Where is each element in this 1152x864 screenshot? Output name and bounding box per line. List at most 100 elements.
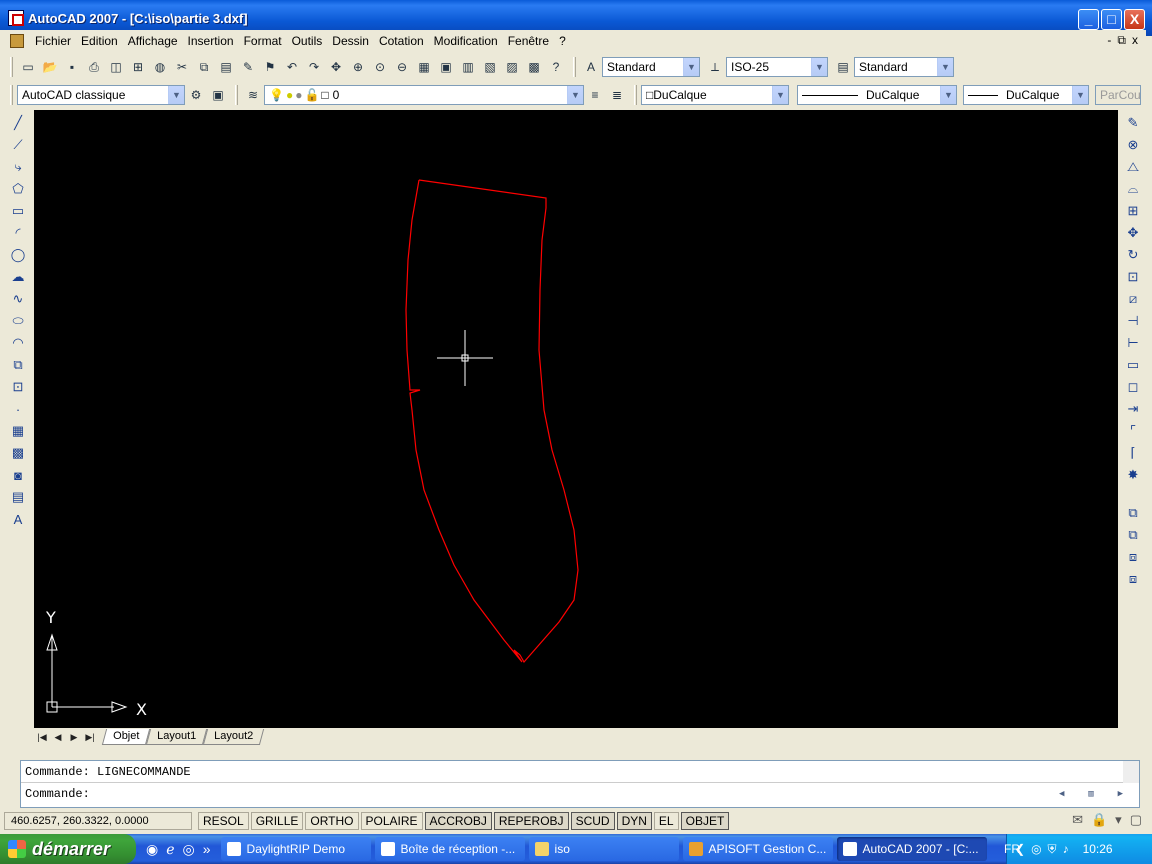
clock[interactable]: 10:26 [1083, 842, 1113, 856]
text-style-icon[interactable]: A [580, 56, 602, 78]
erase-icon[interactable]: ✎ [1122, 112, 1144, 134]
task-iso-folder[interactable]: iso [528, 837, 679, 861]
chevron-down-icon[interactable]: ▼ [811, 58, 827, 76]
menu-affichage[interactable]: Affichage [123, 32, 183, 50]
quick-launch-app-icon[interactable]: ◎ [183, 841, 195, 858]
command-window[interactable]: Commande: LIGNECOMMANDE Commande: ◀ ▥ ▶ [20, 760, 1140, 808]
scroll-thumb[interactable]: ▥ [1088, 789, 1093, 805]
quick-launch-ie-icon[interactable]: ◉ [146, 841, 158, 858]
draw-order-back-icon[interactable]: ⧉ [1122, 524, 1144, 546]
rectangle-icon[interactable]: ▭ [7, 200, 29, 222]
chevron-down-icon[interactable]: ▼ [940, 86, 956, 104]
break-at-point-icon[interactable]: ▭ [1122, 354, 1144, 376]
zoom-window-icon[interactable]: ⊙ [369, 56, 391, 78]
redo-icon[interactable]: ↷ [303, 56, 325, 78]
menu-insertion[interactable]: Insertion [183, 32, 239, 50]
task-apisoft[interactable]: APISOFT Gestion C... [682, 837, 833, 861]
layer-previous-icon[interactable]: ≣ [606, 84, 628, 106]
document-icon[interactable] [10, 34, 24, 48]
table-style-icon[interactable]: ▤ [832, 56, 854, 78]
markup-icon[interactable]: ▨ [501, 56, 523, 78]
toolbar-grip[interactable] [10, 57, 13, 77]
drawing-svg[interactable]: Y X [34, 110, 1118, 728]
tray-security-icon[interactable]: ⛨ [1048, 842, 1057, 857]
undo-icon[interactable]: ↶ [281, 56, 303, 78]
next-tab-icon[interactable]: ▶ [66, 729, 82, 745]
quick-launch-more-icon[interactable]: » [203, 841, 211, 858]
minimize-button[interactable]: _ [1078, 9, 1099, 30]
array-icon[interactable]: ⊞ [1122, 200, 1144, 222]
workspace-select[interactable]: AutoCAD classique ▼ [17, 85, 185, 105]
toggle-el[interactable]: EL [653, 812, 679, 830]
dim-style-icon[interactable]: ⟂ [704, 56, 726, 78]
make-current-layer-icon[interactable]: ≡ [584, 84, 606, 106]
toggle-accrobj[interactable]: ACCROBJ [424, 812, 492, 830]
tray-app-icon[interactable]: ◎ [1031, 842, 1041, 856]
task-daylightrip[interactable]: DaylightRIP Demo [220, 837, 371, 861]
toggle-scud[interactable]: SCUD [570, 812, 615, 830]
command-prompt[interactable]: Commande: [21, 783, 1139, 805]
table-style-select[interactable]: Standard ▼ [854, 57, 954, 77]
toggle-polaire[interactable]: POLAIRE [360, 812, 423, 830]
stretch-icon[interactable]: ⧄ [1122, 288, 1144, 310]
region-icon[interactable]: ◙ [7, 464, 29, 486]
offset-icon[interactable]: ⌓ [1122, 178, 1144, 200]
extend-icon[interactable]: ⊢ [1122, 332, 1144, 354]
chevron-down-icon[interactable]: ▼ [567, 86, 583, 104]
draw-order-front-icon[interactable]: ⧉ [1122, 502, 1144, 524]
point-icon[interactable]: · [7, 398, 29, 420]
zoom-realtime-icon[interactable]: ⊕ [347, 56, 369, 78]
dim-style-select[interactable]: ISO-25 ▼ [726, 57, 828, 77]
new-icon[interactable]: ▭ [17, 56, 39, 78]
scroll-left-icon[interactable]: ◀ [1059, 789, 1064, 805]
plot-style-select[interactable]: ParCoul [1095, 85, 1141, 105]
preview-icon[interactable]: ◫ [105, 56, 127, 78]
chevron-down-icon[interactable]: ▼ [683, 58, 699, 76]
help-icon[interactable]: ? [545, 56, 567, 78]
line-icon[interactable]: ╱ [7, 112, 29, 134]
lineweight-select[interactable]: DuCalque ▼ [963, 85, 1089, 105]
menu-edition[interactable]: Edition [76, 32, 123, 50]
language-indicator[interactable]: FR [1004, 842, 1020, 856]
mdi-restore-button[interactable]: ⧉ [1117, 33, 1126, 48]
close-button[interactable]: X [1124, 9, 1145, 30]
toolbar-grip[interactable] [634, 85, 637, 105]
design-center-icon[interactable]: ▣ [435, 56, 457, 78]
mdi-minimize-button[interactable]: - [1107, 33, 1111, 48]
autocad-app-icon[interactable] [8, 10, 24, 26]
ellipse-icon[interactable]: ⬭ [7, 310, 29, 332]
menu-format[interactable]: Format [239, 32, 287, 50]
maximize-button[interactable]: □ [1101, 9, 1122, 30]
drawing-area[interactable]: Y X [34, 110, 1118, 728]
menu-modification[interactable]: Modification [429, 32, 503, 50]
insert-block-icon[interactable]: ⧉ [7, 354, 29, 376]
publish-icon[interactable]: ⊞ [127, 56, 149, 78]
polygon-icon[interactable]: ⬠ [7, 178, 29, 200]
tab-objet[interactable]: Objet [101, 729, 151, 745]
clean-screen-icon[interactable]: ▢ [1130, 812, 1142, 828]
plot-icon[interactable]: ⎙ [83, 56, 105, 78]
circle-icon[interactable]: ◯ [7, 244, 29, 266]
spline-icon[interactable]: ∿ [7, 288, 29, 310]
toolbar-grip[interactable] [10, 85, 13, 105]
linetype-select[interactable]: DuCalque ▼ [797, 85, 957, 105]
chevron-down-icon[interactable]: ▼ [1072, 86, 1088, 104]
text-style-select[interactable]: Standard ▼ [602, 57, 700, 77]
toolbar-grip[interactable] [573, 57, 576, 77]
menu-cotation[interactable]: Cotation [374, 32, 429, 50]
pan-icon[interactable]: ✥ [325, 56, 347, 78]
tab-layout1[interactable]: Layout1 [146, 729, 208, 745]
rotate-icon[interactable]: ↻ [1122, 244, 1144, 266]
copy-object-icon[interactable]: ⊗ [1122, 134, 1144, 156]
mirror-icon[interactable]: ⧍ [1122, 156, 1144, 178]
layer-select[interactable]: 💡 ● ● 🔓 □ 0 ▼ [264, 85, 584, 105]
tray-volume-icon[interactable]: ♪ [1063, 842, 1069, 856]
hatch-icon[interactable]: ▦ [7, 420, 29, 442]
zoom-previous-icon[interactable]: ⊖ [391, 56, 413, 78]
red-polyline[interactable] [405, 179, 579, 664]
workspace-settings-icon[interactable]: ⚙ [185, 84, 207, 106]
make-block-icon[interactable]: ⊡ [7, 376, 29, 398]
prev-tab-icon[interactable]: ◀ [50, 729, 66, 745]
menu-dessin[interactable]: Dessin [327, 32, 374, 50]
task-inbox[interactable]: Boîte de réception -... [374, 837, 525, 861]
